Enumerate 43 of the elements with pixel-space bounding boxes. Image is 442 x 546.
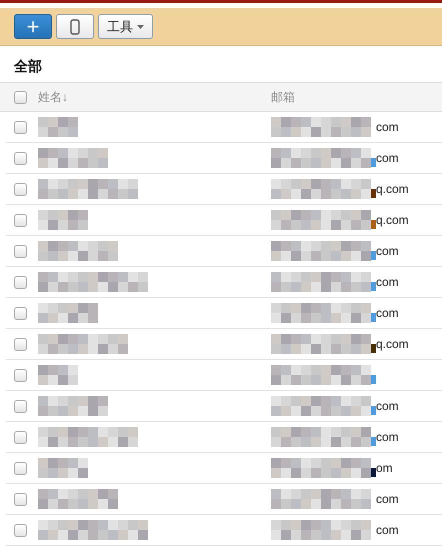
column-header[interactable]: 邮箱 xyxy=(271,88,371,106)
row-checkbox[interactable] xyxy=(14,276,27,288)
email-text: com xyxy=(376,492,399,506)
email-text: com xyxy=(376,523,399,537)
email-text: com xyxy=(376,120,399,134)
email-text: com xyxy=(376,244,399,258)
select-all-checkbox[interactable] xyxy=(14,90,27,104)
row-checkbox[interactable] xyxy=(14,182,27,196)
row-checkbox[interactable] xyxy=(14,214,27,226)
pixelated-text-drawing xyxy=(38,365,78,385)
phone-icon xyxy=(70,18,80,35)
pixelated-text-drawing xyxy=(38,117,78,137)
row-checkbox[interactable] xyxy=(14,368,27,382)
row-checkbox[interactable] xyxy=(14,120,27,134)
row-checkbox[interactable] xyxy=(14,400,27,412)
tools-dropdown[interactable]: 工具 xyxy=(98,14,153,40)
column-header[interactable]: 姓名↓ xyxy=(38,88,271,106)
email-text: om xyxy=(376,461,393,475)
email-text: com xyxy=(376,275,399,289)
email-text: com xyxy=(376,430,399,444)
pixelated-text-drawing xyxy=(38,458,88,478)
email-text: q.com xyxy=(376,182,409,196)
email-text: com xyxy=(376,399,399,413)
pixelated-text-drawing xyxy=(38,210,88,230)
email-text: com xyxy=(376,306,399,320)
row-checkbox[interactable] xyxy=(14,524,27,536)
row-checkbox[interactable] xyxy=(14,244,27,258)
phone-button[interactable] xyxy=(56,14,94,40)
row-checkbox[interactable] xyxy=(14,492,27,506)
pixelated-text-drawing xyxy=(38,303,98,323)
email-text: q.com xyxy=(376,213,409,227)
add-button[interactable]: + xyxy=(14,14,52,40)
row-checkbox[interactable] xyxy=(14,152,27,164)
caret-icon xyxy=(137,24,144,29)
section-heading: 全部 xyxy=(13,57,43,76)
row-checkbox[interactable] xyxy=(14,338,27,350)
pixelated-text-drawing xyxy=(38,148,108,168)
email-text: com xyxy=(376,151,399,165)
row-checkbox[interactable] xyxy=(14,462,27,474)
row-checkbox[interactable] xyxy=(14,430,27,444)
row-checkbox[interactable] xyxy=(14,306,27,320)
pixelated-text-drawing xyxy=(38,396,108,416)
email-text: q.com xyxy=(376,337,409,351)
